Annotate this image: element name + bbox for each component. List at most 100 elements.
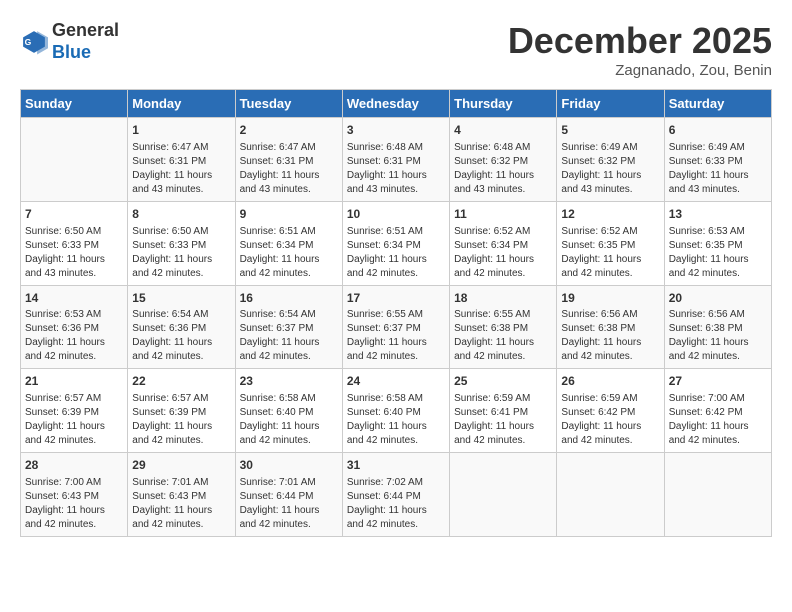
day-of-week-header: Monday: [128, 90, 235, 118]
calendar-day-cell: 4 Sunrise: 6:48 AMSunset: 6:32 PMDaylight…: [450, 118, 557, 202]
day-of-week-header: Wednesday: [342, 90, 449, 118]
day-detail: Sunrise: 7:02 AMSunset: 6:44 PMDaylight:…: [347, 476, 445, 532]
calendar-day-cell: 21Sunrise: 6:57 AMSunset: 6:39 PMDayligh…: [21, 369, 128, 453]
day-number: 18: [454, 290, 552, 307]
day-detail: Sunrise: 6:57 AMSunset: 6:39 PMDaylight:…: [132, 392, 230, 448]
day-detail: Sunrise: 6:49 AMSunset: 6:33 PMDaylight:…: [669, 141, 767, 197]
day-number: 29: [132, 457, 230, 474]
calendar-day-cell: 5Sunrise: 6:49 AMSunset: 6:32 PMDaylight…: [557, 118, 664, 202]
day-detail: Sunrise: 6:58 AMSunset: 6:40 PMDaylight:…: [240, 392, 338, 448]
day-number: 26: [561, 373, 659, 390]
day-number: 16: [240, 290, 338, 307]
day-detail: Sunrise: 6:58 AMSunset: 6:40 PMDaylight:…: [347, 392, 445, 448]
calendar-day-cell: 20Sunrise: 6:56 AMSunset: 6:38 PMDayligh…: [664, 285, 771, 369]
calendar-day-cell: [21, 118, 128, 202]
calendar-week-row: 14Sunrise: 6:53 AMSunset: 6:36 PMDayligh…: [21, 285, 772, 369]
calendar-day-cell: 27 Sunrise: 7:00 AMSunset: 6:42 PMDayligh…: [664, 369, 771, 453]
logo-text: General Blue: [52, 20, 119, 63]
day-detail: Sunrise: 6:48 AMSunset: 6:32 PMDaylight:…: [454, 141, 552, 197]
day-number: 8: [132, 206, 230, 223]
day-number: 19: [561, 290, 659, 307]
day-detail: Sunrise: 6:56 AMSunset: 6:38 PMDaylight:…: [669, 308, 767, 364]
day-number: 30: [240, 457, 338, 474]
calendar-body: 1 Sunrise: 6:47 AMSunset: 6:31 PMDaylight…: [21, 118, 772, 537]
calendar-day-cell: 6 Sunrise: 6:49 AMSunset: 6:33 PMDaylight…: [664, 118, 771, 202]
calendar-day-cell: 22 Sunrise: 6:57 AMSunset: 6:39 PMDayligh…: [128, 369, 235, 453]
svg-text:G: G: [25, 37, 32, 47]
calendar-day-cell: 24 Sunrise: 6:58 AMSunset: 6:40 PMDayligh…: [342, 369, 449, 453]
calendar-day-cell: 16Sunrise: 6:54 AMSunset: 6:37 PMDayligh…: [235, 285, 342, 369]
day-of-week-header: Sunday: [21, 90, 128, 118]
day-number: 22: [132, 373, 230, 390]
day-number: 28: [25, 457, 123, 474]
calendar-week-row: 1 Sunrise: 6:47 AMSunset: 6:31 PMDaylight…: [21, 118, 772, 202]
day-number: 14: [25, 290, 123, 307]
day-detail: Sunrise: 7:00 AMSunset: 6:43 PMDaylight:…: [25, 476, 123, 532]
day-detail: Sunrise: 6:47 AMSunset: 6:31 PMDaylight:…: [132, 141, 230, 197]
calendar-table: SundayMondayTuesdayWednesdayThursdayFrid…: [20, 89, 772, 537]
day-of-week-header: Tuesday: [235, 90, 342, 118]
calendar-day-cell: 23 Sunrise: 6:58 AMSunset: 6:40 PMDayligh…: [235, 369, 342, 453]
day-detail: Sunrise: 6:55 AMSunset: 6:38 PMDaylight:…: [454, 308, 552, 364]
day-number: 1: [132, 122, 230, 139]
calendar-day-cell: 25 Sunrise: 6:59 AMSunset: 6:41 PMDayligh…: [450, 369, 557, 453]
calendar-header: SundayMondayTuesdayWednesdayThursdayFrid…: [21, 90, 772, 118]
calendar-week-row: 21Sunrise: 6:57 AMSunset: 6:39 PMDayligh…: [21, 369, 772, 453]
day-detail: Sunrise: 6:54 AMSunset: 6:37 PMDaylight:…: [240, 308, 338, 364]
day-detail: Sunrise: 6:48 AMSunset: 6:31 PMDaylight:…: [347, 141, 445, 197]
calendar-day-cell: 12Sunrise: 6:52 AMSunset: 6:35 PMDayligh…: [557, 201, 664, 285]
day-detail: Sunrise: 6:54 AMSunset: 6:36 PMDaylight:…: [132, 308, 230, 364]
calendar-day-cell: 10Sunrise: 6:51 AMSunset: 6:34 PMDayligh…: [342, 201, 449, 285]
day-number: 3: [347, 122, 445, 139]
calendar-day-cell: [557, 453, 664, 537]
logo: G General Blue: [20, 20, 119, 63]
location-subtitle: Zagnanado, Zou, Benin: [508, 62, 772, 79]
day-number: 25: [454, 373, 552, 390]
day-detail: Sunrise: 7:00 AMSunset: 6:42 PMDaylight:…: [669, 392, 767, 448]
logo-general-text: General: [52, 20, 119, 40]
calendar-day-cell: 13 Sunrise: 6:53 AMSunset: 6:35 PMDayligh…: [664, 201, 771, 285]
day-of-week-header: Saturday: [664, 90, 771, 118]
calendar-week-row: 7Sunrise: 6:50 AMSunset: 6:33 PMDaylight…: [21, 201, 772, 285]
day-detail: Sunrise: 7:01 AMSunset: 6:44 PMDaylight:…: [240, 476, 338, 532]
logo-icon: G: [20, 28, 48, 56]
title-block: December 2025 Zagnanado, Zou, Benin: [508, 20, 772, 79]
day-number: 2: [240, 122, 338, 139]
day-detail: Sunrise: 6:51 AMSunset: 6:34 PMDaylight:…: [240, 225, 338, 281]
calendar-day-cell: [664, 453, 771, 537]
day-detail: Sunrise: 6:53 AMSunset: 6:35 PMDaylight:…: [669, 225, 767, 281]
calendar-day-cell: 29Sunrise: 7:01 AMSunset: 6:43 PMDayligh…: [128, 453, 235, 537]
calendar-day-cell: 18Sunrise: 6:55 AMSunset: 6:38 PMDayligh…: [450, 285, 557, 369]
calendar-day-cell: 15Sunrise: 6:54 AMSunset: 6:36 PMDayligh…: [128, 285, 235, 369]
day-detail: Sunrise: 6:57 AMSunset: 6:39 PMDaylight:…: [25, 392, 123, 448]
header-row: SundayMondayTuesdayWednesdayThursdayFrid…: [21, 90, 772, 118]
calendar-day-cell: 8Sunrise: 6:50 AMSunset: 6:33 PMDaylight…: [128, 201, 235, 285]
calendar-day-cell: 2 Sunrise: 6:47 AMSunset: 6:31 PMDaylight…: [235, 118, 342, 202]
calendar-day-cell: 14Sunrise: 6:53 AMSunset: 6:36 PMDayligh…: [21, 285, 128, 369]
calendar-day-cell: 11Sunrise: 6:52 AMSunset: 6:34 PMDayligh…: [450, 201, 557, 285]
day-number: 15: [132, 290, 230, 307]
day-number: 13: [669, 206, 767, 223]
calendar-day-cell: 9Sunrise: 6:51 AMSunset: 6:34 PMDaylight…: [235, 201, 342, 285]
logo-blue-text: Blue: [52, 42, 91, 62]
calendar-day-cell: 7Sunrise: 6:50 AMSunset: 6:33 PMDaylight…: [21, 201, 128, 285]
day-number: 6: [669, 122, 767, 139]
calendar-week-row: 28 Sunrise: 7:00 AMSunset: 6:43 PMDayligh…: [21, 453, 772, 537]
day-detail: Sunrise: 6:47 AMSunset: 6:31 PMDaylight:…: [240, 141, 338, 197]
day-number: 4: [454, 122, 552, 139]
calendar-day-cell: 28 Sunrise: 7:00 AMSunset: 6:43 PMDayligh…: [21, 453, 128, 537]
day-number: 7: [25, 206, 123, 223]
day-of-week-header: Thursday: [450, 90, 557, 118]
day-number: 27: [669, 373, 767, 390]
calendar-day-cell: 30 Sunrise: 7:01 AMSunset: 6:44 PMDayligh…: [235, 453, 342, 537]
day-detail: Sunrise: 6:59 AMSunset: 6:41 PMDaylight:…: [454, 392, 552, 448]
day-number: 23: [240, 373, 338, 390]
day-number: 5: [561, 122, 659, 139]
day-number: 11: [454, 206, 552, 223]
day-detail: Sunrise: 6:55 AMSunset: 6:37 PMDaylight:…: [347, 308, 445, 364]
day-number: 20: [669, 290, 767, 307]
page-header: G General Blue December 2025 Zagnanado, …: [20, 20, 772, 79]
day-number: 24: [347, 373, 445, 390]
calendar-day-cell: 17Sunrise: 6:55 AMSunset: 6:37 PMDayligh…: [342, 285, 449, 369]
day-number: 12: [561, 206, 659, 223]
